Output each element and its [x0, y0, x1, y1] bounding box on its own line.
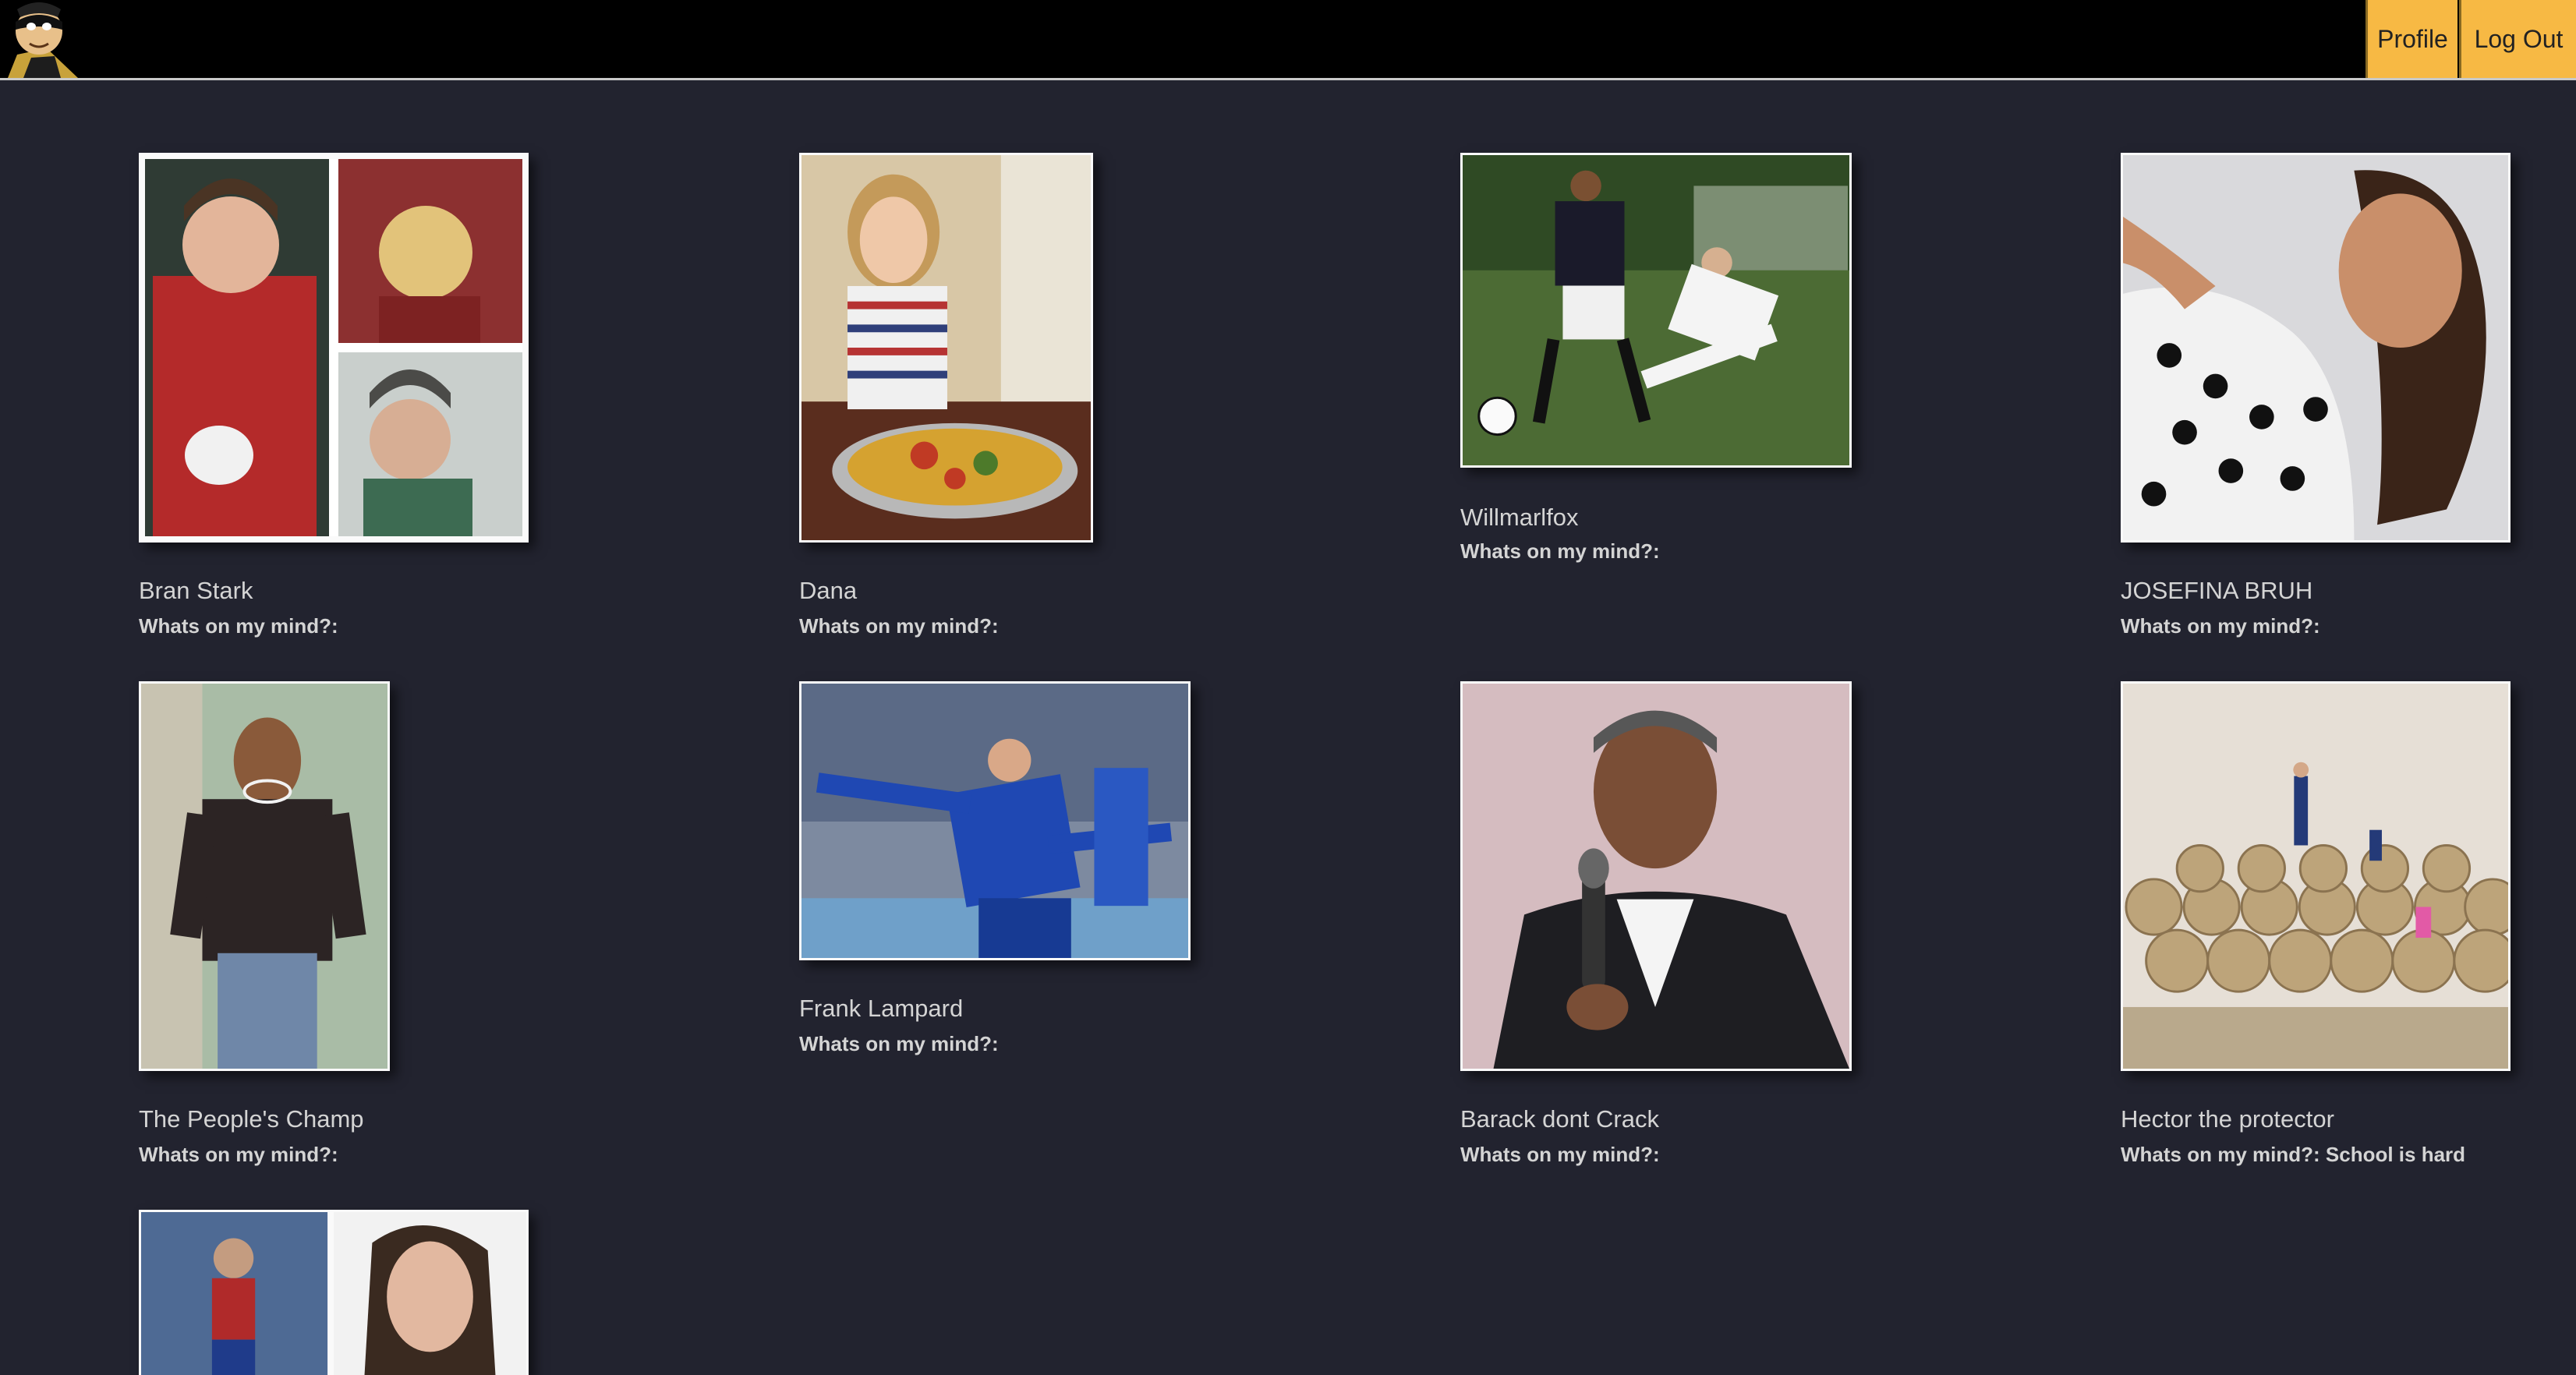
user-status: Whats on my mind?: — [139, 614, 338, 638]
bandit-mascot-icon — [0, 0, 86, 78]
user-name[interactable]: Willmarlfox — [1460, 504, 1579, 532]
user-name[interactable]: Bran Stark — [139, 577, 253, 605]
user-status: Whats on my mind?: — [139, 1143, 338, 1166]
man-in-turtleneck-image — [141, 684, 387, 1069]
profile-photo[interactable] — [1460, 153, 1852, 468]
user-name[interactable]: JOSEFINA BRUH — [2121, 577, 2312, 605]
profile-photo[interactable] — [139, 681, 390, 1071]
profile-photo[interactable] — [799, 153, 1093, 543]
man-with-microphone-image — [1463, 684, 1849, 1069]
woman-with-paella-image — [801, 155, 1091, 540]
smiling-woman-image — [2123, 155, 2508, 540]
logout-button[interactable]: Log Out — [2459, 0, 2576, 78]
photo-collage-image — [145, 159, 522, 536]
user-status: Whats on my mind?: — [799, 1032, 999, 1055]
user-name[interactable]: Hector the protector — [2121, 1105, 2334, 1133]
user-name[interactable]: Dana — [799, 577, 857, 605]
wonder-woman-collage-image — [141, 1212, 526, 1375]
profile-photo[interactable] — [2121, 153, 2511, 543]
profile-photo[interactable] — [1460, 681, 1852, 1071]
navbar: Profile Log Out — [0, 0, 2576, 80]
profile-button[interactable]: Profile — [2365, 0, 2457, 78]
user-name[interactable]: Barack dont Crack — [1460, 1105, 1659, 1133]
user-status: Whats on my mind?: School is hard — [2121, 1143, 2466, 1166]
profile-photo[interactable] — [2121, 681, 2511, 1071]
user-status: Whats on my mind?: — [799, 614, 999, 638]
user-status: Whats on my mind?: — [1460, 539, 1660, 563]
user-name[interactable]: The People's Champ — [139, 1105, 364, 1133]
hay-bales-image — [2123, 684, 2508, 1069]
user-status: Whats on my mind?: — [1460, 1143, 1660, 1166]
user-name[interactable]: Frank Lampard — [799, 995, 963, 1023]
footballer-celebrating-image — [801, 684, 1188, 958]
profile-photo[interactable] — [799, 681, 1191, 960]
soccer-players-image — [1463, 155, 1849, 465]
profile-photo[interactable] — [139, 1210, 529, 1375]
profile-photo[interactable] — [139, 153, 529, 543]
app-logo[interactable] — [0, 0, 86, 78]
user-status: Whats on my mind?: — [2121, 614, 2320, 638]
